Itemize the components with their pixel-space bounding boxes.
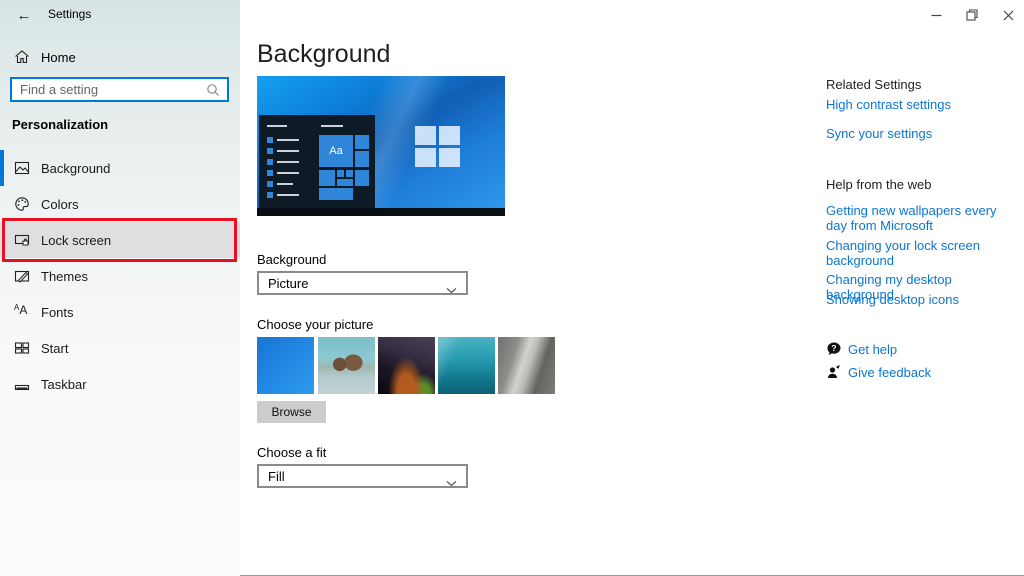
sidebar-item-taskbar[interactable]: Taskbar — [0, 366, 240, 402]
background-type-dropdown[interactable]: Picture — [257, 271, 468, 295]
back-arrow-icon: ← — [17, 7, 32, 24]
link-getting-new-wallpapers[interactable]: Getting new wallpapers every day from Mi… — [826, 203, 1016, 233]
browse-button[interactable]: Browse — [257, 401, 326, 423]
sidebar-item-lock-screen[interactable]: Lock screen — [0, 222, 240, 258]
sidebar-item-fonts[interactable]: AA Fonts — [0, 294, 240, 330]
sidebar-item-label: Themes — [41, 269, 88, 284]
restore-button[interactable] — [954, 0, 990, 30]
restore-icon — [966, 9, 978, 21]
settings-window: ← Settings Home Personalization Backgrou… — [0, 0, 1024, 576]
sidebar-item-label: Fonts — [41, 305, 74, 320]
related-settings-header: Related Settings — [826, 77, 921, 92]
start-tiles-icon — [14, 340, 30, 361]
sidebar-item-start[interactable]: Start — [0, 330, 240, 366]
minimize-button[interactable] — [918, 0, 954, 30]
wallpaper-thumbnail-beach[interactable] — [318, 337, 375, 394]
background-preview-image: Aa — [257, 76, 505, 216]
chevron-down-icon — [446, 281, 457, 299]
give-feedback-link[interactable]: Give feedback — [848, 365, 931, 380]
close-button[interactable] — [990, 0, 1024, 30]
sidebar-item-label: Colors — [41, 197, 79, 212]
windows-logo-icon — [415, 126, 460, 167]
sidebar-item-colors[interactable]: Colors — [0, 186, 240, 222]
search-input[interactable] — [12, 79, 227, 100]
sidebar: ← Settings Home Personalization Backgrou… — [0, 0, 240, 576]
home-icon — [14, 49, 30, 70]
app-title: Settings — [48, 7, 91, 21]
dropdown-selected-value: Fill — [268, 469, 285, 484]
mini-start-menu: Aa — [259, 115, 375, 208]
link-sync-your-settings[interactable]: Sync your settings — [826, 126, 1016, 141]
themes-brush-icon — [14, 268, 30, 289]
chevron-down-icon — [446, 474, 457, 492]
sidebar-item-label: Background — [41, 161, 110, 176]
sidebar-item-home[interactable]: Home — [0, 44, 240, 72]
dropdown-selected-value: Picture — [268, 276, 308, 291]
get-help-icon: ? — [826, 341, 842, 362]
choose-fit-label: Choose a fit — [257, 445, 326, 460]
minimize-icon — [931, 10, 942, 21]
get-help-link[interactable]: Get help — [848, 342, 897, 357]
palette-icon — [14, 196, 30, 217]
fonts-icon: AA — [14, 304, 27, 316]
page-title: Background — [257, 40, 390, 69]
fit-dropdown[interactable]: Fill — [257, 464, 468, 488]
svg-text:?: ? — [831, 343, 836, 353]
search-box — [10, 77, 229, 102]
back-button[interactable]: ← — [12, 3, 36, 27]
give-feedback-icon — [826, 364, 842, 385]
section-header-personalization: Personalization — [12, 117, 108, 132]
image-icon — [14, 160, 30, 181]
sidebar-item-label: Taskbar — [41, 377, 87, 392]
wallpaper-thumbnail-night-sky[interactable] — [378, 337, 435, 394]
sidebar-item-label: Home — [41, 50, 76, 65]
help-from-web-header: Help from the web — [826, 177, 932, 192]
wallpaper-thumbnail-underwater[interactable] — [438, 337, 495, 394]
link-showing-desktop-icons[interactable]: Showing desktop icons — [826, 292, 1016, 307]
sidebar-item-label: Lock screen — [41, 233, 111, 248]
taskbar-icon — [14, 376, 30, 397]
choose-picture-label: Choose your picture — [257, 317, 373, 332]
link-high-contrast-settings[interactable]: High contrast settings — [826, 97, 1016, 112]
sidebar-item-label: Start — [41, 341, 68, 356]
sidebar-item-themes[interactable]: Themes — [0, 258, 240, 294]
wallpaper-thumbnail-cliff[interactable] — [498, 337, 555, 394]
wallpaper-thumbnail-windows-default[interactable] — [257, 337, 314, 394]
close-icon — [1003, 10, 1014, 21]
mini-tile-aa: Aa — [319, 135, 353, 167]
link-changing-lock-screen-background[interactable]: Changing your lock screen background — [826, 238, 1016, 268]
mini-taskbar — [257, 208, 505, 216]
lock-screen-icon — [14, 232, 30, 253]
background-dropdown-label: Background — [257, 252, 326, 267]
sidebar-item-background[interactable]: Background — [0, 150, 240, 186]
search-icon — [205, 82, 221, 103]
